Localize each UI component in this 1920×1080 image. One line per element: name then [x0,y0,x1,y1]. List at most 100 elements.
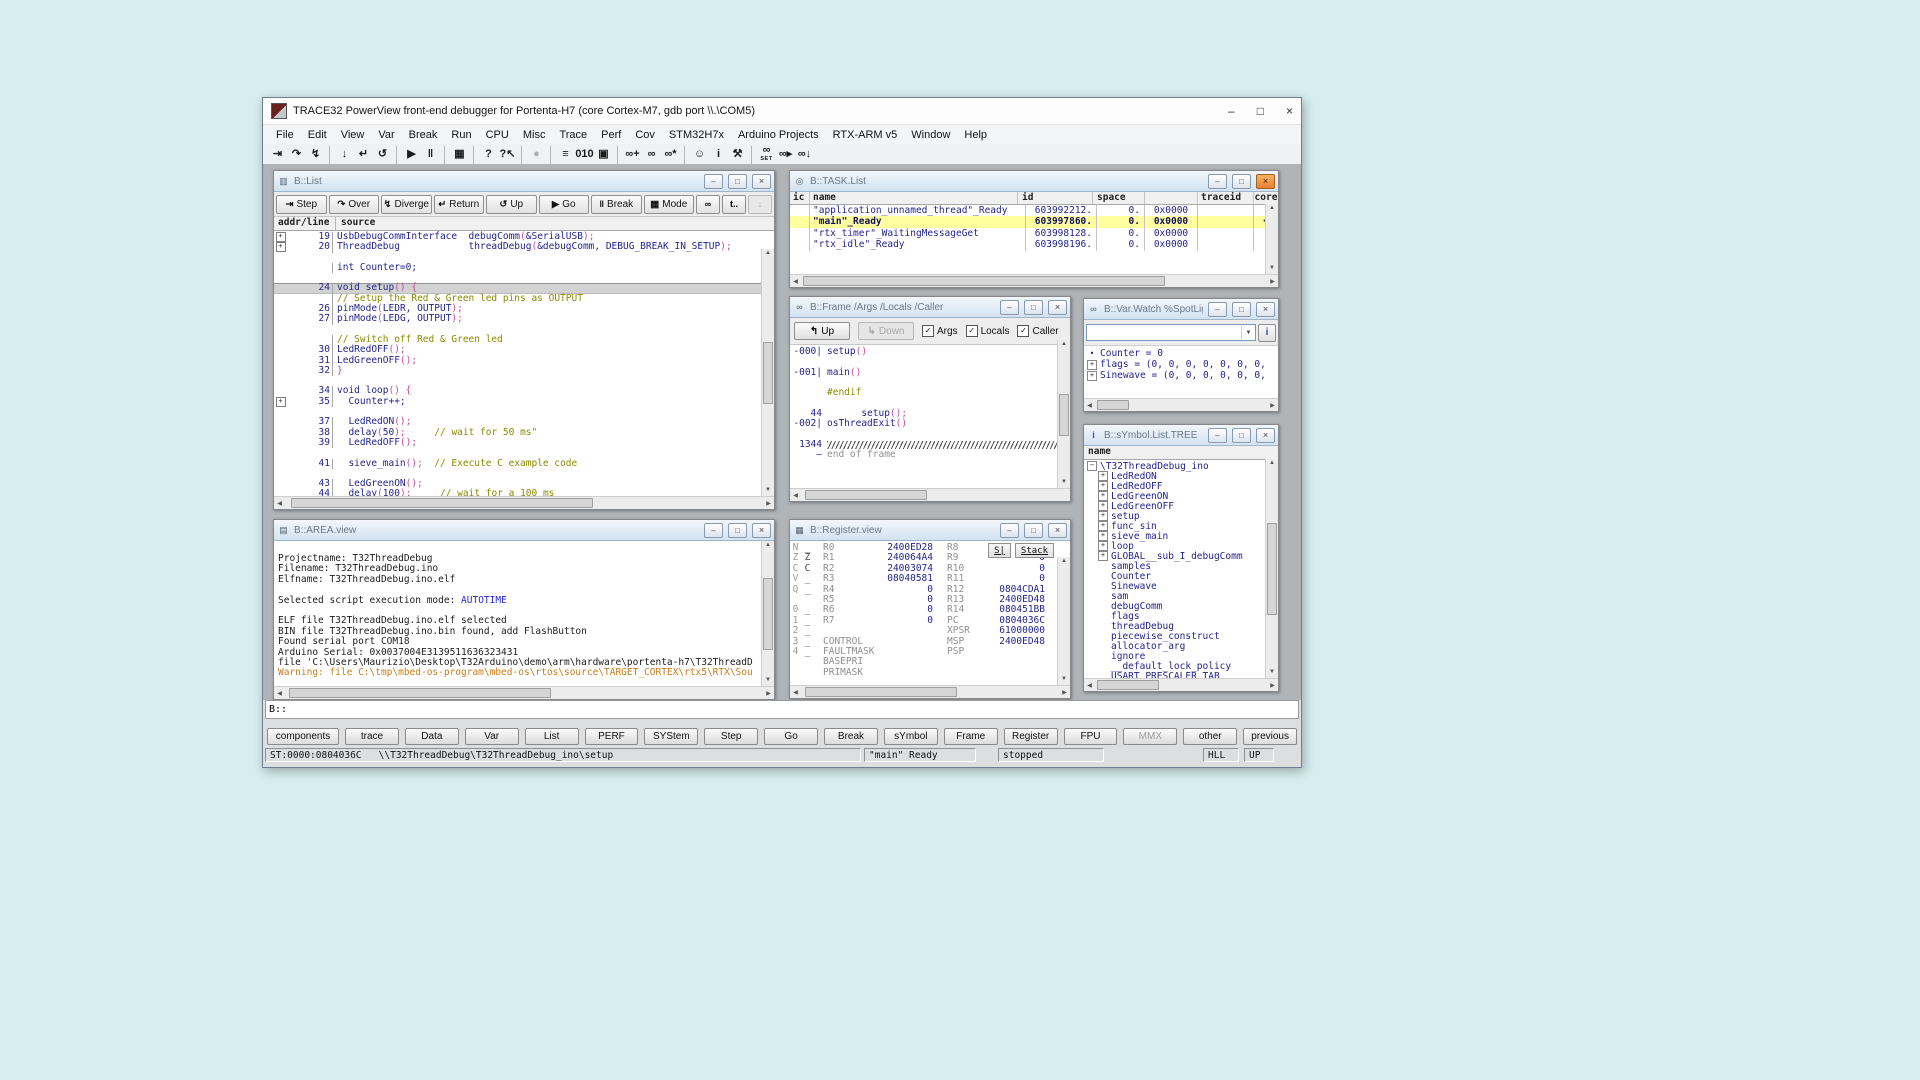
menu-item[interactable]: CPU [479,128,516,142]
symbol-browse-button[interactable]: i [1258,324,1276,342]
frame-close-button[interactable]: × [1048,300,1067,315]
menu-item[interactable]: STM32H7x [662,128,731,142]
locals-checkbox[interactable]: ✓ [966,325,978,337]
scroll-left-arrow[interactable]: ◀ [790,278,801,285]
breakpoint-set-icon[interactable]: ∞SET [751,146,776,164]
frame-vertical-scrollbar[interactable]: ▲ ▼ [1057,340,1070,489]
frame-row[interactable]: —end of frame [790,450,1070,460]
scroll-left-arrow[interactable]: ◀ [274,500,285,507]
register-horizontal-scrollbar[interactable]: ◀ ▶ [790,685,1070,698]
menu-item[interactable]: Arduino Projects [731,128,826,142]
tree-item[interactable]: sam [1084,591,1278,601]
title-bar[interactable]: TRACE32 PowerView front-end debugger for… [263,98,1301,125]
softkey-button[interactable]: Register [1004,728,1058,745]
tree-item[interactable]: allocator_arg [1084,641,1278,651]
minimize-button[interactable]: – [1228,104,1235,118]
softkey-button[interactable]: previous [1243,728,1297,745]
softkey-button[interactable]: Data [405,728,459,745]
source-line[interactable]: 41 sieve_main(); // Execute C example co… [274,459,774,469]
tree-item[interactable]: ignore [1084,651,1278,661]
area-minimize-button[interactable]: – [704,523,723,538]
spotlight-button[interactable]: S| [988,543,1011,558]
frame-maximize-button[interactable]: □ [1024,300,1043,315]
scroll-up-arrow[interactable]: ▲ [1061,558,1067,567]
frame-row[interactable]: -000|setup() [790,347,1070,357]
register-minimize-button[interactable]: – [1000,523,1019,538]
softkey-button[interactable]: components [267,728,339,745]
menu-item[interactable]: RTX-ARM v5 [826,128,905,142]
register-row[interactable]: 2 _ XPSR 61000000 [790,626,1070,636]
frame-row[interactable] [790,429,1070,439]
table-row[interactable]: "rtx_timer"_WaitingMessageGet 603998128.… [790,228,1278,240]
scroll-up-arrow[interactable]: ▲ [765,250,771,259]
table-row[interactable]: "application_unnamed_thread"_Ready 60399… [790,205,1278,217]
softkey-button[interactable]: trace [345,728,399,745]
watch-minimize-button[interactable]: – [1208,302,1227,317]
softkey-button[interactable]: Step [704,728,758,745]
expand-box[interactable]: + [1098,501,1108,511]
tools-icon[interactable]: ⚒ [728,146,747,164]
source-line[interactable]: 39 LedRedOFF(); [274,438,774,448]
tree-item[interactable]: + LedGreenON [1084,491,1278,501]
source-line[interactable]: int Counter=0; [274,263,774,273]
source-line[interactable]: 32} [274,366,774,376]
area-vertical-scrollbar[interactable]: ▲ ▼ [761,541,774,687]
menu-item[interactable]: Cov [628,128,662,142]
tree-item[interactable]: − \T32ThreadDebug_ino [1084,461,1278,471]
watch-maximize-button[interactable]: □ [1232,302,1251,317]
step-button[interactable]: ⇥Step [276,195,327,214]
frame-title-bar[interactable]: ∞ B::Frame /Args /Locals /Caller – □ × [790,297,1070,318]
up-button[interactable]: ↺Up [486,195,537,214]
task-close-button[interactable]: × [1256,174,1275,189]
scroll-down-arrow[interactable]: ▼ [1061,479,1067,488]
expand-box[interactable]: + [1087,371,1097,381]
symbol-horizontal-scrollbar[interactable]: ◀ ▶ [1084,678,1278,691]
frame-row[interactable]: #endif [790,388,1070,398]
go-up-icon[interactable]: ↺ [373,146,392,164]
register-vertical-scrollbar[interactable]: ▲ ▼ [1057,557,1070,686]
tree-item[interactable]: samples [1084,561,1278,571]
tree-item[interactable]: Sinewave [1084,581,1278,591]
source-line[interactable]: 31LedGreenOFF(); [274,356,774,366]
menu-item[interactable]: Perf [594,128,628,142]
watch-icon-button[interactable]: ∞ [696,195,720,214]
scroll-right-arrow[interactable]: ▶ [763,500,774,507]
mode-button[interactable]: ▦Mode [644,195,695,214]
frame-row[interactable]: -002|osThreadExit() [790,419,1070,429]
watch-close-button[interactable]: × [1256,302,1275,317]
softkey-button[interactable]: MMX [1123,728,1177,745]
softkey-button[interactable]: PERF [585,728,639,745]
step-over-icon[interactable]: ↷ [287,146,306,164]
scroll-thumb[interactable] [763,342,773,404]
return-button[interactable]: ↵Return [434,195,485,214]
expand-box[interactable]: − [1087,461,1097,471]
softkey-button[interactable]: other [1183,728,1237,745]
expand-box[interactable]: + [1098,541,1108,551]
expand-box[interactable]: + [1098,551,1108,561]
softkey-button[interactable]: FPU [1064,728,1118,745]
menu-item[interactable]: View [334,128,372,142]
list-vertical-scrollbar[interactable]: ▲ ▼ [761,249,774,497]
menu-item[interactable]: Break [402,128,445,142]
maximize-button[interactable]: □ [1257,104,1264,118]
scroll-down-arrow[interactable]: ▼ [765,677,771,686]
face-icon[interactable]: ☺ [684,146,709,164]
scroll-thumb[interactable] [289,688,551,698]
table-row[interactable]: "rtx_idle"_Ready 603998196. 0. 0x0000 [790,239,1278,251]
scroll-thumb[interactable] [291,498,593,508]
close-button[interactable]: × [1286,104,1293,118]
area-horizontal-scrollbar[interactable]: ◀ ▶ [274,686,774,699]
diverge-button[interactable]: ↯Diverge [381,195,432,214]
list-maximize-button[interactable]: □ [728,174,747,189]
list-item[interactable]: • Counter = 0 [1084,348,1278,359]
scroll-thumb[interactable] [803,276,1165,286]
area-title-bar[interactable]: ▤ B::AREA.view – □ × [274,520,774,541]
expand-box[interactable]: + [1087,360,1097,370]
symbol-title-bar[interactable]: i B::sYmbol.List.TREE – □ × [1084,425,1278,446]
frame-up-icon-button[interactable]: t.. [722,195,746,214]
scroll-right-arrow[interactable]: ▶ [1267,278,1278,285]
expand-box[interactable]: • [1087,349,1097,359]
scroll-right-arrow[interactable]: ▶ [1059,689,1070,696]
task-maximize-button[interactable]: □ [1232,174,1251,189]
expand-box[interactable]: + [1098,481,1108,491]
